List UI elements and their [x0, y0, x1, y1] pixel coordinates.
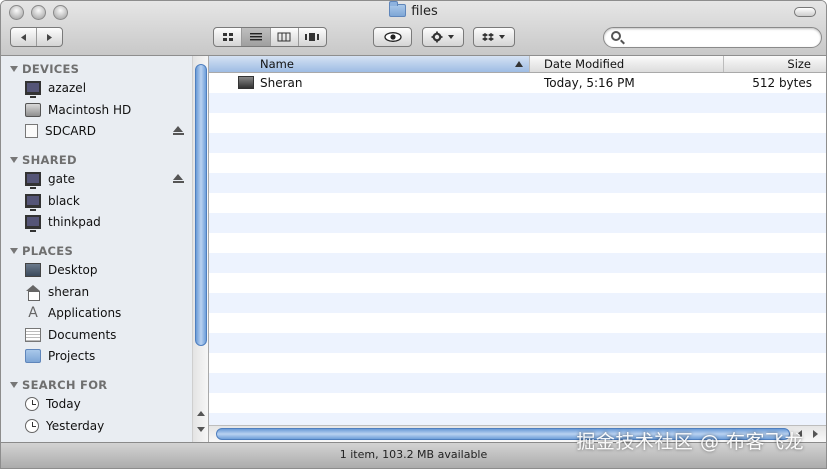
- eject-icon[interactable]: [173, 126, 184, 136]
- coverflow-view-button[interactable]: [299, 28, 326, 46]
- disclosure-triangle-icon: [10, 248, 18, 254]
- disclosure-triangle-icon: [10, 157, 18, 163]
- chevron-down-icon: [448, 35, 454, 39]
- action-menu-button[interactable]: [422, 27, 464, 47]
- sort-ascending-icon: [515, 61, 523, 67]
- sidebar-item-desktop[interactable]: Desktop: [25, 261, 98, 279]
- sidebar-section-places[interactable]: PLACES: [10, 244, 73, 258]
- folder-icon: [25, 349, 41, 363]
- sidebar-item-yesterday[interactable]: Yesterday: [25, 417, 104, 435]
- column-header-name[interactable]: Name: [209, 56, 530, 72]
- clock-icon: [25, 419, 39, 433]
- sidebar-item-thinkpad[interactable]: thinkpad: [25, 213, 101, 232]
- monitor-icon: [25, 215, 41, 232]
- scroll-down-arrow-icon[interactable]: [197, 427, 205, 432]
- sd-card-icon: [25, 124, 38, 138]
- arrow-left-icon: [21, 33, 26, 41]
- applications-icon: A: [28, 305, 38, 321]
- sidebar-item-azazel[interactable]: azazel: [25, 79, 86, 98]
- sidebar-item-black[interactable]: black: [25, 192, 80, 211]
- sidebar-section-search-for[interactable]: SEARCH FOR: [10, 378, 107, 392]
- back-button[interactable]: [11, 28, 37, 46]
- hard-drive-icon: [25, 103, 41, 117]
- watermark: 掘金技术社区 @ 布客飞龙: [576, 431, 804, 453]
- chevron-down-icon: [499, 35, 505, 39]
- scroll-right-arrow-icon[interactable]: [813, 430, 818, 438]
- monitor-icon: [25, 194, 41, 211]
- window-title: files: [411, 4, 438, 19]
- search-icon: [611, 31, 621, 41]
- home-icon: [25, 285, 41, 301]
- dropbox-icon: [482, 32, 494, 41]
- list-icon: [249, 33, 262, 41]
- search-input[interactable]: [626, 30, 814, 45]
- column-header-size[interactable]: Size: [724, 56, 826, 72]
- grid-icon: [222, 33, 233, 41]
- status-text: 1 item, 103.2 MB available: [339, 448, 488, 461]
- file-name: Sheran: [260, 76, 303, 90]
- desktop-icon: [25, 263, 41, 277]
- sidebar-item-documents[interactable]: Documents: [25, 326, 116, 344]
- nav-buttons: [10, 27, 63, 47]
- sidebar-scroll-thumb[interactable]: [195, 64, 207, 346]
- file-size: 512 bytes: [752, 76, 812, 90]
- clock-icon: [25, 397, 39, 411]
- file-list: Name Date Modified Size Sheran Today, 5:…: [209, 56, 826, 442]
- sidebar-item-sdcard[interactable]: SDCARD: [25, 122, 96, 140]
- column-header: Name Date Modified Size: [209, 56, 826, 73]
- quick-look-button[interactable]: [373, 27, 412, 47]
- sidebar: DEVICES azazel Macintosh HD SDCARD SHARE…: [1, 56, 209, 442]
- list-view-button[interactable]: [242, 28, 271, 46]
- finder-window: files DEVICES azazel Macintosh HD SDCARD…: [0, 0, 827, 469]
- dropbox-menu-button[interactable]: [473, 27, 515, 47]
- table-row[interactable]: Sheran Today, 5:16 PM 512 bytes: [209, 73, 826, 93]
- sidebar-section-shared[interactable]: SHARED: [10, 153, 77, 167]
- window-title-bar: files: [1, 1, 826, 19]
- toolbar: files: [1, 1, 826, 56]
- coverflow-icon: [305, 33, 320, 41]
- view-mode-buttons: [213, 27, 327, 47]
- icon-view-button[interactable]: [214, 28, 243, 46]
- arrow-right-icon: [47, 33, 52, 41]
- sidebar-item-projects[interactable]: Projects: [25, 347, 95, 365]
- search-field[interactable]: [603, 27, 822, 48]
- file-date-modified: Today, 5:16 PM: [544, 76, 635, 90]
- forward-button[interactable]: [37, 28, 62, 46]
- sidebar-item-gate[interactable]: gate: [25, 170, 75, 189]
- monitor-icon: [25, 172, 41, 189]
- column-view-button[interactable]: [271, 28, 299, 46]
- sidebar-scrollbar[interactable]: [192, 56, 208, 442]
- folder-icon: [389, 1, 407, 17]
- disclosure-triangle-icon: [10, 66, 18, 72]
- sidebar-section-devices[interactable]: DEVICES: [10, 62, 79, 76]
- sidebar-item-applications[interactable]: A Applications: [25, 304, 121, 322]
- eject-icon[interactable]: [173, 174, 184, 184]
- documents-icon: [25, 328, 41, 342]
- eye-icon: [383, 32, 402, 42]
- column-header-date-modified[interactable]: Date Modified: [530, 56, 724, 72]
- gear-icon: [431, 31, 443, 43]
- sidebar-item-sheran[interactable]: sheran: [25, 283, 89, 301]
- executable-file-icon: [238, 76, 254, 89]
- disclosure-triangle-icon: [10, 382, 18, 388]
- columns-icon: [277, 32, 291, 42]
- sidebar-item-today[interactable]: Today: [25, 395, 81, 413]
- sidebar-item-macintosh-hd[interactable]: Macintosh HD: [25, 101, 131, 119]
- toolbar-toggle-button[interactable]: [794, 7, 816, 17]
- computer-icon: [25, 81, 41, 98]
- file-rows: Sheran Today, 5:16 PM 512 bytes: [209, 73, 826, 425]
- scroll-up-arrow-icon[interactable]: [197, 411, 205, 416]
